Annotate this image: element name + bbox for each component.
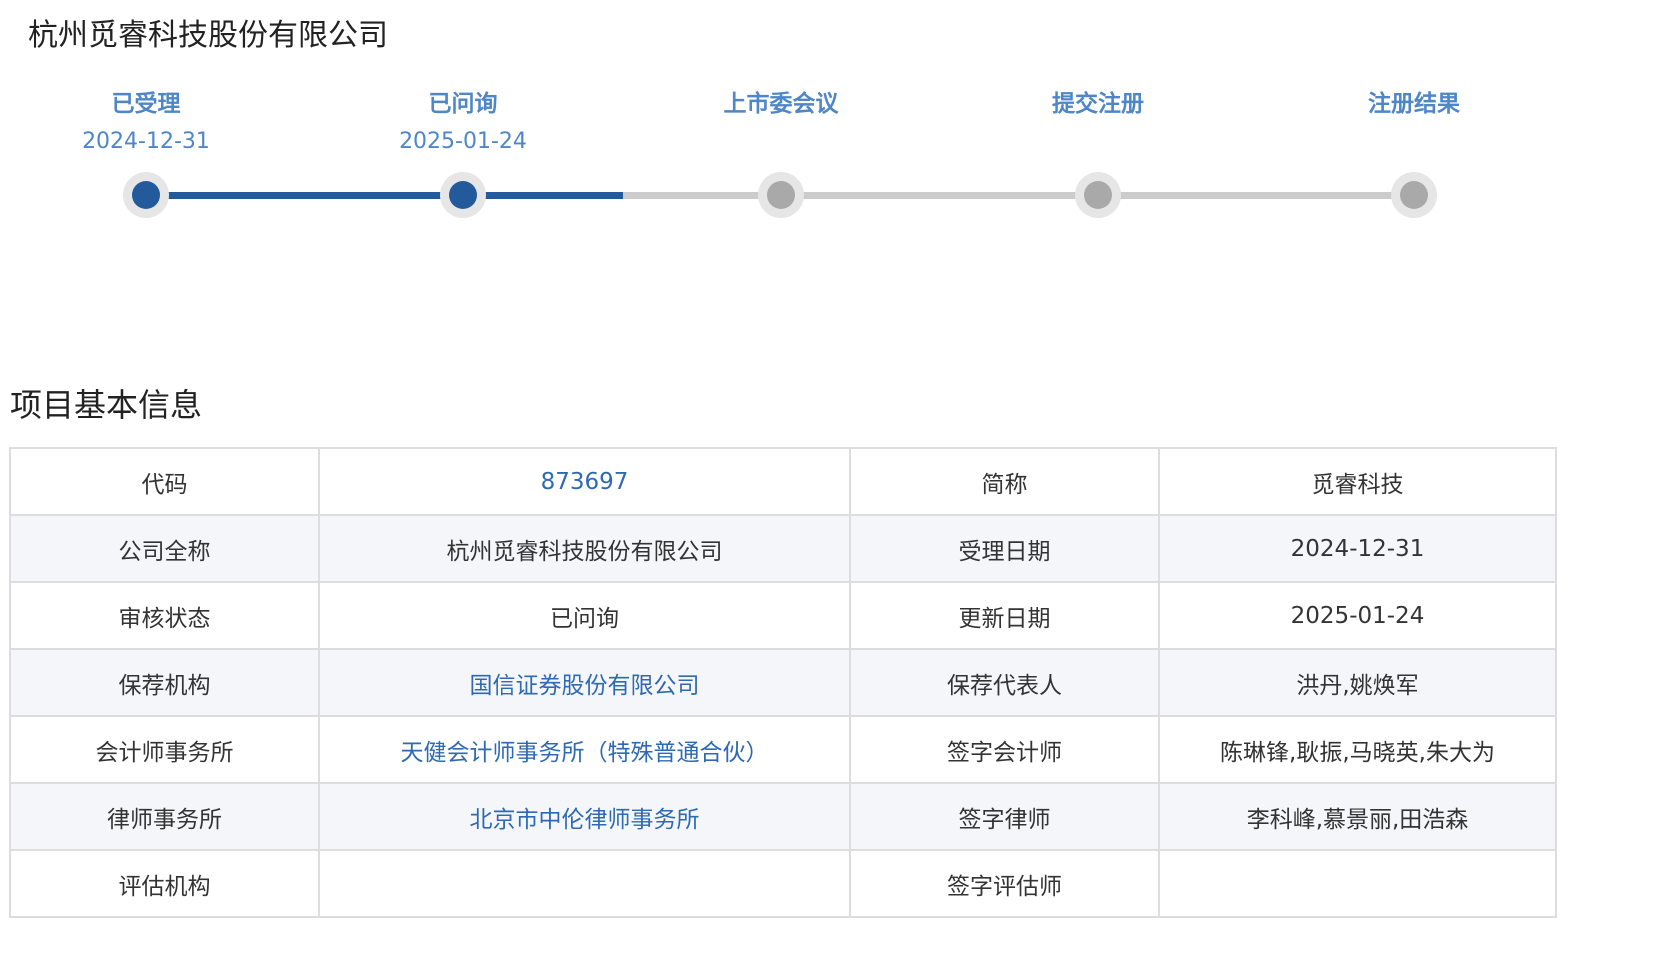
field-label: 律师事务所 <box>9 782 320 851</box>
field-label: 审核状态 <box>9 581 320 650</box>
step-inquired: 已问询 2025-01-24 <box>303 86 623 160</box>
table-row: 审核状态 已问询 更新日期 2025-01-24 <box>9 581 1557 650</box>
accounting-firm-link[interactable]: 天健会计师事务所（特殊普通合伙） <box>318 715 851 784</box>
step-date: 2024-12-31 <box>82 129 210 154</box>
step-dot-submit-registration <box>1075 172 1121 218</box>
review-progress: 已受理 2024-12-31 已问询 2025-01-24 上市委会议 提交注册… <box>0 0 1658 260</box>
step-date: 2025-01-24 <box>399 129 527 154</box>
field-value: 李科峰,慕景丽,田浩森 <box>1158 782 1557 851</box>
code-link[interactable]: 873697 <box>318 447 851 516</box>
law-firm-link[interactable]: 北京市中伦律师事务所 <box>318 782 851 851</box>
field-label: 保荐机构 <box>9 648 320 717</box>
sponsor-link[interactable]: 国信证券股份有限公司 <box>318 648 851 717</box>
step-label: 已受理 <box>111 91 181 117</box>
table-row: 会计师事务所 天健会计师事务所（特殊普通合伙） 签字会计师 陈琳锋,耿振,马晓英… <box>9 715 1557 784</box>
field-label: 简称 <box>849 447 1160 516</box>
field-value: 陈琳锋,耿振,马晓英,朱大为 <box>1158 715 1557 784</box>
field-label: 签字评估师 <box>849 849 1160 918</box>
field-value: 洪丹,姚焕军 <box>1158 648 1557 717</box>
field-label: 会计师事务所 <box>9 715 320 784</box>
field-value <box>1158 849 1557 918</box>
table-row: 保荐机构 国信证券股份有限公司 保荐代表人 洪丹,姚焕军 <box>9 648 1557 717</box>
field-value: 2025-01-24 <box>1158 581 1557 650</box>
field-value: 杭州觅睿科技股份有限公司 <box>318 514 851 583</box>
step-dot-accepted <box>123 172 169 218</box>
field-label: 评估机构 <box>9 849 320 918</box>
table-row: 公司全称 杭州觅睿科技股份有限公司 受理日期 2024-12-31 <box>9 514 1557 583</box>
section-title: 项目基本信息 <box>10 386 203 424</box>
step-accepted: 已受理 2024-12-31 <box>0 86 306 160</box>
step-dot-registration-result <box>1391 172 1437 218</box>
field-value <box>318 849 851 918</box>
field-value: 已问询 <box>318 581 851 650</box>
step-label: 上市委会议 <box>723 91 839 117</box>
project-info-table: 代码 873697 简称 觅睿科技 公司全称 杭州觅睿科技股份有限公司 受理日期… <box>9 447 1557 918</box>
table-row: 律师事务所 北京市中伦律师事务所 签字律师 李科峰,慕景丽,田浩森 <box>9 782 1557 851</box>
progress-track-fill <box>146 192 623 199</box>
field-label: 受理日期 <box>849 514 1160 583</box>
field-value: 2024-12-31 <box>1158 514 1557 583</box>
field-label: 保荐代表人 <box>849 648 1160 717</box>
step-dot-inquired <box>440 172 486 218</box>
step-listing-committee: 上市委会议 <box>621 86 941 124</box>
table-row: 代码 873697 简称 觅睿科技 <box>9 447 1557 516</box>
field-label: 更新日期 <box>849 581 1160 650</box>
step-registration-result: 注册结果 <box>1254 86 1574 124</box>
step-dot-listing-committee <box>758 172 804 218</box>
field-label: 签字会计师 <box>849 715 1160 784</box>
step-label: 注册结果 <box>1368 91 1460 117</box>
step-submit-registration: 提交注册 <box>938 86 1258 124</box>
field-value: 觅睿科技 <box>1158 447 1557 516</box>
step-label: 已问询 <box>428 91 498 117</box>
table-row: 评估机构 签字评估师 <box>9 849 1557 918</box>
field-label: 公司全称 <box>9 514 320 583</box>
step-label: 提交注册 <box>1052 91 1144 117</box>
field-label: 签字律师 <box>849 782 1160 851</box>
field-label: 代码 <box>9 447 320 516</box>
